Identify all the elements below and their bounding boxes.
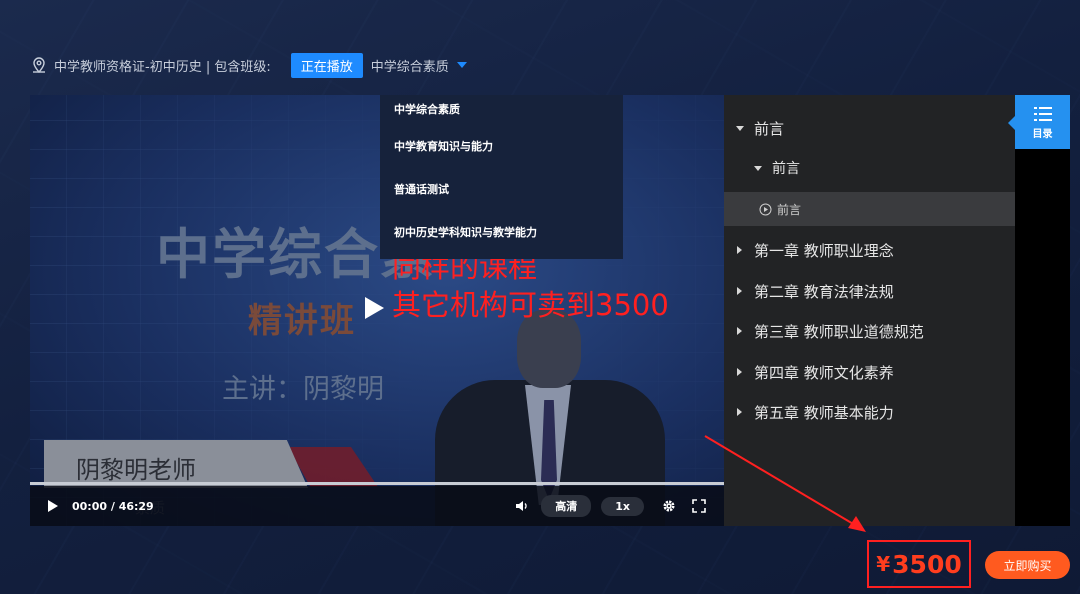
dropdown-option[interactable]: 中学综合素质: [380, 95, 623, 125]
play-icon[interactable]: [365, 297, 384, 319]
gear-icon[interactable]: [662, 499, 676, 513]
catalog-pointer: [1008, 116, 1015, 130]
catalog-label: 目录: [1032, 128, 1053, 140]
dropdown-option[interactable]: 中学教育知识与能力: [380, 125, 623, 168]
chapter-label: 第一章 教师职业理念: [754, 241, 894, 260]
dropdown-option[interactable]: 初中历史学科知识与教学能力: [380, 211, 623, 254]
quality-button[interactable]: 高清: [541, 495, 592, 517]
chapter-item[interactable]: 前言: [724, 117, 1027, 139]
volume-icon[interactable]: [515, 499, 529, 513]
fullscreen-icon[interactable]: [692, 499, 706, 513]
price-display: ¥ 3500: [867, 540, 971, 588]
chapter-item[interactable]: 第五章 教师基本能力: [724, 401, 1028, 423]
price-amount: 3500: [892, 549, 962, 579]
annotation-line-2: 其它机构可卖到3500: [392, 288, 669, 322]
caret-down-icon: [456, 62, 467, 68]
caret-right-icon: [737, 287, 742, 295]
time-display: 00:00 / 46:29: [72, 499, 154, 513]
speed-button[interactable]: 1x: [601, 496, 644, 516]
caret-down-icon: [754, 165, 762, 171]
section-item[interactable]: 前言: [724, 157, 1045, 179]
slide-subtitle: 精讲班: [248, 301, 356, 341]
dropdown-option[interactable]: 普通话测试: [380, 168, 623, 211]
lesson-label: 前言: [777, 202, 802, 217]
slide-lecturer: 主讲：阴黎明: [222, 374, 384, 405]
name-plate-text: 阴黎明老师: [76, 456, 196, 484]
caret-right-icon: [737, 408, 742, 416]
caret-right-icon: [737, 327, 742, 335]
list-icon: [1033, 106, 1052, 121]
play-icon[interactable]: [48, 500, 58, 512]
caret-right-icon: [737, 368, 742, 376]
play-circle-icon: [759, 203, 772, 215]
now-playing-badge: 正在播放: [290, 52, 363, 78]
section-label: 前言: [772, 161, 800, 177]
name-plate: 阴黎明老师: [44, 440, 308, 488]
course-header: 中学教师资格证-初中历史 | 包含班级: 正在播放 中学综合素质: [30, 52, 467, 78]
class-dropdown-menu: 中学综合素质 中学教育知识与能力 普通话测试 初中历史学科知识与教学能力: [380, 95, 623, 259]
sidebar-tab-strip: [1015, 95, 1070, 526]
class-select[interactable]: 中学综合素质: [371, 56, 467, 75]
player-controls: 00:00 / 46:29 高清 1x: [30, 486, 724, 526]
currency-symbol: ¥: [876, 552, 891, 576]
chapter-label: 前言: [754, 119, 785, 138]
location-pin-icon: [33, 57, 45, 74]
buy-now-button[interactable]: 立即购买: [985, 551, 1070, 579]
chapter-label: 第四章 教师文化素养: [754, 363, 894, 382]
caret-down-icon: [736, 125, 744, 131]
chapter-item[interactable]: 第一章 教师职业理念: [724, 239, 1028, 261]
annotation-note: 同样的课程 其它机构可卖到3500: [392, 248, 669, 324]
catalog-sidebar: 前言 前言 前言 第一章 教师职业理念 第二章 教育法律法规 第三章 教师职业道…: [724, 95, 1050, 526]
chapter-label: 第二章 教育法律法规: [754, 282, 894, 301]
lesson-item-active[interactable]: 前言: [724, 192, 1050, 226]
chapter-item[interactable]: 第四章 教师文化素养: [724, 361, 1028, 383]
class-select-value: 中学综合素质: [370, 59, 449, 75]
chapter-item[interactable]: 第三章 教师职业道德规范: [724, 320, 1028, 342]
caret-right-icon: [737, 246, 742, 254]
chapter-label: 第五章 教师基本能力: [754, 403, 894, 422]
progress-bar[interactable]: [30, 482, 724, 485]
catalog-button[interactable]: 目录: [1015, 95, 1070, 149]
chapter-label: 第三章 教师职业道德规范: [754, 322, 924, 341]
chapter-item[interactable]: 第二章 教育法律法规: [724, 280, 1028, 302]
course-title: 中学教师资格证-初中历史 | 包含班级:: [54, 59, 271, 75]
video-player[interactable]: 中学综合素 精讲班 主讲：阴黎明 阴黎明老师 素质 同样的课程 其它机构可卖到3…: [30, 95, 724, 526]
